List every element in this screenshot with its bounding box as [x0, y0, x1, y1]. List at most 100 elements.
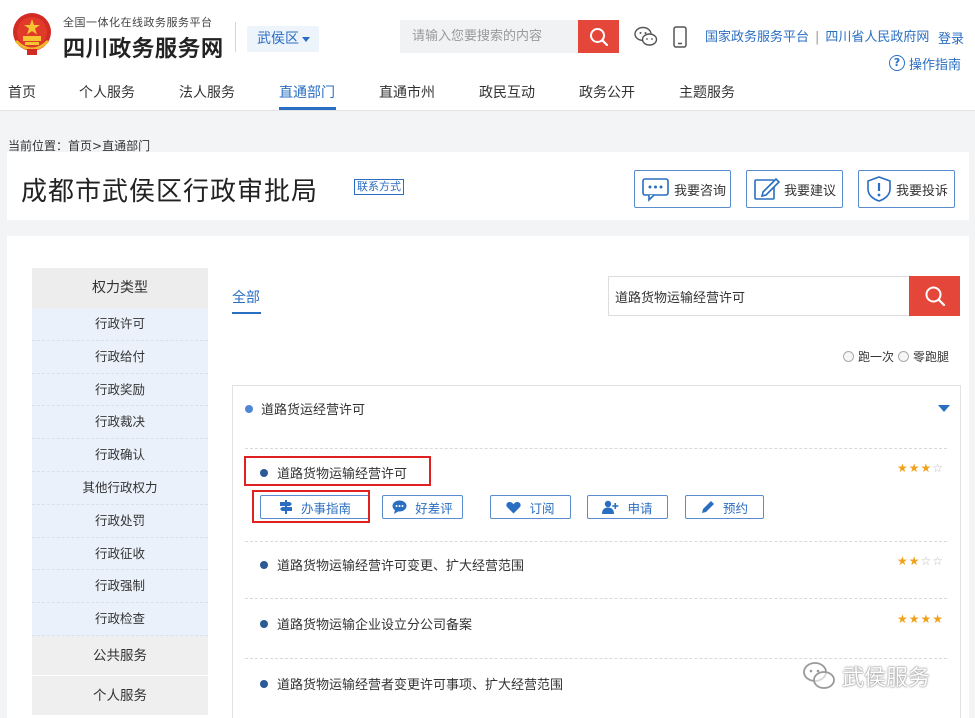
star-filled-icon: ★: [908, 461, 921, 475]
consult-button[interactable]: 我要咨询: [634, 170, 731, 208]
region-label: 武侯区: [257, 31, 299, 47]
nav-item-departments[interactable]: 直通部门: [279, 82, 335, 102]
item-group-title: 道路货运经营许可: [261, 403, 366, 418]
radio-zero-trip[interactable]: [898, 351, 910, 362]
nav-item-cities[interactable]: 直通市州: [379, 82, 435, 102]
sidebar-item-administrative-license[interactable]: 行政许可: [32, 308, 208, 341]
tab-all[interactable]: 全部: [232, 287, 260, 307]
sidebar-item-public-services[interactable]: 公共服务: [32, 635, 208, 676]
sidebar-item-administrative-enforcement[interactable]: 行政强制: [32, 570, 208, 604]
user-add-icon: [602, 500, 619, 514]
search-icon: [925, 286, 945, 307]
subscribe-button-label: 订阅: [529, 500, 555, 516]
wechat-icon[interactable]: [633, 24, 659, 50]
site-search: [400, 20, 619, 53]
site-search-input[interactable]: [400, 20, 578, 53]
subscribe-button[interactable]: 订阅: [490, 495, 571, 519]
heart-icon: [506, 501, 522, 513]
nav-item-home[interactable]: 首页: [8, 82, 36, 102]
appointment-button-label: 预约: [722, 500, 748, 516]
sidebar-item-administrative-levy[interactable]: 行政征收: [32, 537, 208, 571]
radio-run-once[interactable]: [843, 351, 854, 362]
tab-active-underline: [232, 312, 261, 314]
breadcrumb-prefix: 当前位置：: [8, 139, 69, 153]
region-selector[interactable]: 武侯区: [247, 26, 319, 52]
sidebar-item-administrative-confirmation[interactable]: 行政确认: [32, 439, 208, 472]
site-search-button[interactable]: [578, 20, 619, 53]
nav-item-personal[interactable]: 个人服务: [79, 82, 135, 102]
appointment-button[interactable]: 预约: [685, 495, 764, 519]
chat-bubble-icon: [642, 178, 669, 202]
rating-button[interactable]: 好差评: [382, 495, 463, 519]
list-item[interactable]: 道路货物运输企业设立分公司备案: [260, 614, 472, 633]
sidebar-item-administrative-penalty[interactable]: 行政处罚: [32, 504, 208, 538]
top-links: 国家政务服务平台 | 四川省人民政府网: [705, 26, 929, 45]
list-item[interactable]: 道路货物运输经营许可变更、扩大经营范围: [260, 555, 524, 574]
complain-button[interactable]: 我要投诉: [858, 170, 955, 208]
suggest-button[interactable]: 我要建议: [746, 170, 843, 208]
logo-divider: [235, 22, 236, 52]
breadcrumb-current[interactable]: 直通部门: [102, 139, 150, 153]
rating-button-label: 好差评: [415, 500, 453, 516]
star-empty-icon: ☆: [932, 461, 944, 475]
operation-guide-label: 操作指南: [909, 57, 962, 73]
star-filled-icon: ★: [920, 461, 933, 475]
service-filter-radios: 跑一次 零跑腿: [843, 348, 949, 365]
search-icon: [589, 27, 608, 46]
sidebar-item-administrative-payment[interactable]: 行政给付: [32, 340, 208, 374]
list-divider: [245, 541, 947, 542]
department-card: 成都市武侯区行政审批局 联系方式 我要咨询 我要建议 我要投诉: [7, 152, 969, 220]
star-empty-icon: ☆: [932, 554, 944, 568]
breadcrumb-separator: >: [92, 139, 103, 153]
radio-zero-trip-label: 零跑腿: [913, 350, 950, 364]
highlight-box: [244, 456, 431, 486]
power-type-sidebar: 权力类型 行政许可 行政给付 行政奖励 行政裁决 行政确认 其他行政权力 行政处…: [32, 268, 208, 716]
sidebar-item-administrative-inspection[interactable]: 行政检查: [32, 603, 208, 636]
collapse-triangle-icon[interactable]: [938, 405, 950, 412]
suggest-label: 我要建议: [784, 183, 837, 199]
comment-icon: [392, 500, 407, 514]
item-search-input[interactable]: [609, 277, 909, 315]
apply-button[interactable]: 申请: [587, 495, 668, 519]
bullet-icon: [260, 560, 268, 569]
item-title: 道路货物运输经营许可变更、扩大经营范围: [277, 559, 525, 574]
bullet-icon: [245, 404, 253, 413]
operation-guide-link[interactable]: ? 操作指南: [889, 53, 961, 73]
sidebar-item-administrative-ruling[interactable]: 行政裁决: [32, 406, 208, 440]
sidebar-item-personal-services[interactable]: 个人服务: [32, 675, 208, 716]
platform-subtitle: 全国一体化在线政务服务平台: [63, 16, 213, 29]
contact-info-link[interactable]: 联系方式: [354, 179, 404, 195]
item-rating: ★★★★: [897, 612, 944, 626]
nav-item-interaction[interactable]: 政民互动: [479, 82, 535, 102]
help-icon: ?: [889, 55, 905, 71]
link-divider: |: [815, 30, 820, 45]
nav-item-legal-person[interactable]: 法人服务: [179, 82, 235, 102]
mobile-phone-icon[interactable]: [667, 24, 693, 50]
item-search-button[interactable]: [909, 276, 960, 316]
pencil-icon: [701, 501, 714, 513]
edit-note-icon: [754, 177, 781, 200]
site-header: 全国一体化在线政务服务平台 四川政务服务网 武侯区 国家政务服务平台 | 四川省人民…: [0, 0, 975, 111]
item-title: 道路货物运输经营者变更许可事项、扩大经营范围: [277, 678, 564, 693]
bullet-icon: [260, 679, 268, 688]
nav-item-themes[interactable]: 主题服务: [679, 82, 735, 102]
apply-button-label: 申请: [627, 500, 653, 516]
nav-item-public-affairs[interactable]: 政务公开: [579, 82, 635, 102]
star-filled-icon: ★: [908, 554, 921, 568]
item-group-header[interactable]: 道路货运经营许可: [245, 399, 365, 418]
link-national-platform[interactable]: 国家政务服务平台: [705, 30, 809, 45]
list-item[interactable]: 道路货物运输经营者变更许可事项、扩大经营范围: [260, 674, 563, 693]
sidebar-item-administrative-reward[interactable]: 行政奖励: [32, 373, 208, 407]
sidebar-item-other-powers[interactable]: 其他行政权力: [32, 471, 208, 505]
item-rating: ★★☆☆: [897, 554, 944, 568]
main-panel: 权力类型 行政许可 行政给付 行政奖励 行政裁决 行政确认 其他行政权力 行政处…: [7, 236, 969, 718]
platform-title: 四川政务服务网: [63, 37, 225, 62]
breadcrumb-home[interactable]: 首页: [68, 139, 92, 153]
consult-label: 我要咨询: [674, 183, 727, 199]
login-link[interactable]: 登录: [938, 28, 964, 47]
link-sichuan-government[interactable]: 四川省人民政府网: [825, 30, 929, 45]
radio-run-once-label: 跑一次: [858, 350, 895, 364]
star-filled-icon: ★: [908, 612, 921, 626]
department-title: 成都市武侯区行政审批局: [21, 177, 319, 207]
star-filled-icon: ★: [896, 554, 909, 568]
